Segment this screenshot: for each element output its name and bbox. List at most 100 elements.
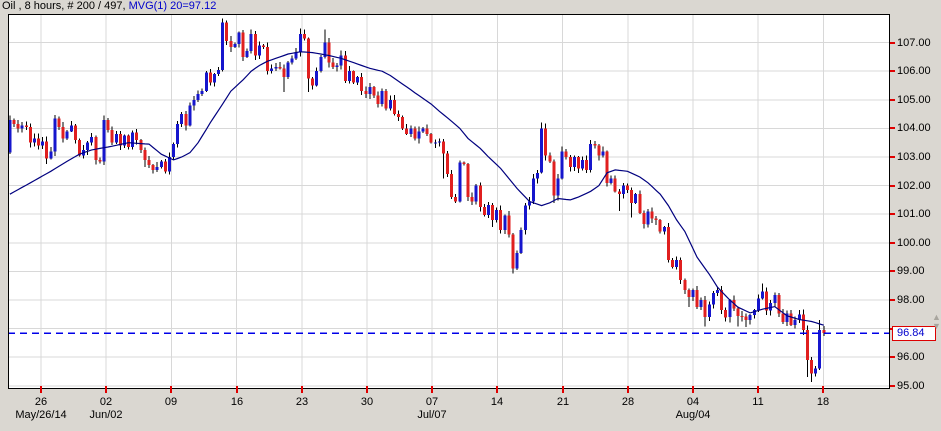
price-label: 105.00 <box>897 94 931 106</box>
candle-body <box>810 360 814 374</box>
chart-window: Oil , 8 hours, # 200 / 497, MVG(1) 20=97… <box>0 0 941 431</box>
candle-body <box>135 132 139 140</box>
candle-body <box>425 128 429 135</box>
candle-body <box>294 52 298 59</box>
candle-body <box>605 151 609 183</box>
candle-body <box>499 209 503 230</box>
moving-average-line <box>9 51 824 326</box>
candle-body <box>65 131 69 139</box>
candle-body <box>302 34 306 39</box>
candle-body <box>172 144 175 157</box>
candle-body <box>773 295 777 303</box>
price-tick <box>890 156 895 158</box>
candle-body <box>671 260 674 268</box>
candle-body <box>184 114 188 126</box>
candle-body <box>270 68 274 72</box>
candle-body <box>388 99 392 109</box>
candle-body <box>687 290 691 298</box>
candle-body <box>621 185 625 195</box>
candle-body <box>666 227 670 260</box>
candle-body <box>626 185 629 190</box>
candle-body <box>241 32 245 57</box>
candle-body <box>245 51 249 57</box>
date-label: 07 <box>425 396 439 408</box>
candle-body <box>683 280 687 290</box>
chart-plot-area[interactable] <box>8 14 890 389</box>
date-tick <box>40 386 42 393</box>
candle-body <box>233 44 237 47</box>
candle-body <box>536 172 539 179</box>
candle-body <box>364 91 368 95</box>
date-tick <box>757 386 759 393</box>
candle-body <box>609 178 613 183</box>
candle-body <box>728 300 732 318</box>
candle-body <box>801 314 805 330</box>
candle-body <box>307 38 310 79</box>
candle-body <box>699 300 703 308</box>
date-tick <box>301 386 303 393</box>
candle-body <box>257 45 261 56</box>
plot-border <box>8 14 890 389</box>
candle-body <box>433 142 437 144</box>
candle-body <box>163 161 167 172</box>
candle-body <box>814 368 818 374</box>
candle-body <box>37 138 41 146</box>
date-label: 11 <box>752 396 764 408</box>
candle-body <box>290 58 294 63</box>
candle-body <box>548 155 552 162</box>
candle-body <box>127 135 130 147</box>
price-tick <box>890 99 895 101</box>
candle-body <box>454 197 458 202</box>
candle-body <box>531 178 535 202</box>
price-label: 106.00 <box>897 65 931 77</box>
candle-body <box>225 22 229 42</box>
candle-body <box>200 91 204 95</box>
candle-body <box>217 69 220 75</box>
candle-body <box>319 56 323 72</box>
candle-body <box>28 127 32 143</box>
candle-body <box>401 117 405 129</box>
candle-body <box>315 71 319 86</box>
candle-body <box>466 164 470 198</box>
candle-body <box>662 227 666 232</box>
candle-body <box>638 194 642 213</box>
candle-body <box>568 157 572 167</box>
candle-body <box>151 164 155 170</box>
price-tick <box>890 356 895 358</box>
candle-body <box>49 151 53 159</box>
candle-body <box>724 310 728 318</box>
candle-body <box>253 34 257 56</box>
candle-body <box>86 142 90 150</box>
candle-body <box>503 215 507 230</box>
candle-body <box>147 159 151 165</box>
candle-body <box>523 205 527 230</box>
date-tick <box>562 386 564 393</box>
candle-body <box>110 129 114 143</box>
date-label: 14 <box>490 396 504 408</box>
candle-body <box>552 161 556 196</box>
price-label: 104.00 <box>897 122 931 134</box>
candle-body <box>384 91 388 109</box>
candle-body <box>564 151 568 157</box>
chart-title-instrument: Oil , 8 hours, # 200 / 497, <box>2 0 126 12</box>
candle-body <box>208 72 212 83</box>
candle-body <box>487 205 490 216</box>
candle-body <box>347 71 351 82</box>
price-tick <box>890 385 895 387</box>
candle-body <box>597 145 601 156</box>
candle-body <box>491 205 495 220</box>
candle-body <box>556 178 560 196</box>
candle-body <box>482 206 486 216</box>
candle-body <box>249 34 253 52</box>
candle-body <box>376 95 380 105</box>
candle-body <box>691 290 695 298</box>
date-tick <box>496 386 498 393</box>
splitter-handle-icon[interactable]: ▲ ▼ <box>932 313 941 331</box>
price-label: 95.00 <box>897 380 925 392</box>
candle-body <box>429 134 433 143</box>
candle-body <box>274 66 278 69</box>
candle-body <box>417 131 421 139</box>
candle-body <box>139 139 143 150</box>
candle-body <box>736 308 740 316</box>
candle-body <box>61 127 65 139</box>
